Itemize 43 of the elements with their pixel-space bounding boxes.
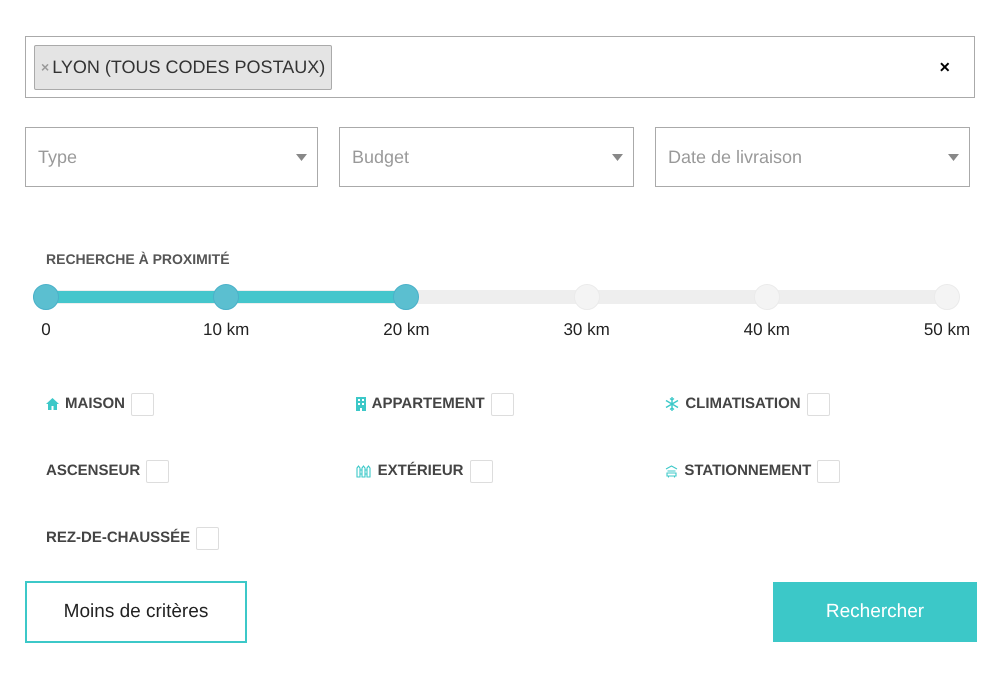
tag-label: LYON (TOUS CODES POSTAUX) [52, 56, 326, 79]
feature-label: ASCENSEUR [46, 460, 140, 481]
caret-icon [612, 154, 623, 160]
feature-label: APPARTEMENT [372, 394, 485, 414]
fewer-criteria-button[interactable]: Moins de critères [25, 581, 247, 643]
feature-label: REZ-DE-CHAUSSÉE [46, 528, 190, 548]
feature-checkbox[interactable] [470, 460, 493, 482]
feature-label: EXTÉRIEUR [378, 460, 464, 481]
search-button[interactable]: Rechercher [773, 582, 977, 642]
fence-icon [356, 464, 372, 478]
slider-label: 50 km [924, 319, 970, 341]
feature-checkbox[interactable] [806, 392, 830, 416]
feature-label: STATIONNEMENT [684, 460, 812, 481]
caret-icon [948, 154, 959, 160]
caret-icon [296, 154, 307, 160]
feature-checkbox[interactable] [490, 392, 514, 416]
select-field[interactable]: Date de livraison [655, 127, 970, 187]
select-field[interactable]: Type [25, 127, 318, 187]
slider-label: 20 km [383, 319, 430, 341]
house-icon [46, 398, 59, 410]
select-placeholder: Date de livraison [668, 146, 802, 168]
feature-checkbox[interactable] [196, 526, 220, 550]
select-placeholder: Budget [352, 146, 410, 169]
slider-label: 30 km [563, 319, 610, 341]
slider-label: 10 km [203, 319, 250, 341]
feature-label: MAISON [65, 394, 125, 414]
remove-tag-button[interactable]: × [41, 56, 50, 78]
clear-button[interactable]: × [939, 54, 950, 80]
slider-stop[interactable] [213, 284, 240, 310]
feature-checkbox[interactable] [817, 460, 840, 482]
location-field[interactable]: × LYON (TOUS CODES POSTAUX) × [25, 36, 975, 98]
building-icon [356, 397, 366, 411]
select-placeholder: Type [38, 146, 78, 169]
feature-checkbox[interactable] [146, 460, 170, 482]
section-title: RECHERCHE À PROXIMITÉ [46, 250, 231, 269]
slider-stop[interactable] [33, 284, 59, 310]
select-field[interactable]: Budget [339, 127, 634, 187]
snowflake-icon [665, 397, 680, 411]
feature-checkbox[interactable] [131, 392, 154, 416]
slider-label: 0 [41, 319, 51, 341]
feature-label: CLIMATISATION [685, 394, 801, 414]
slider-label: 40 km [744, 319, 790, 341]
slider-stop[interactable] [393, 284, 420, 310]
